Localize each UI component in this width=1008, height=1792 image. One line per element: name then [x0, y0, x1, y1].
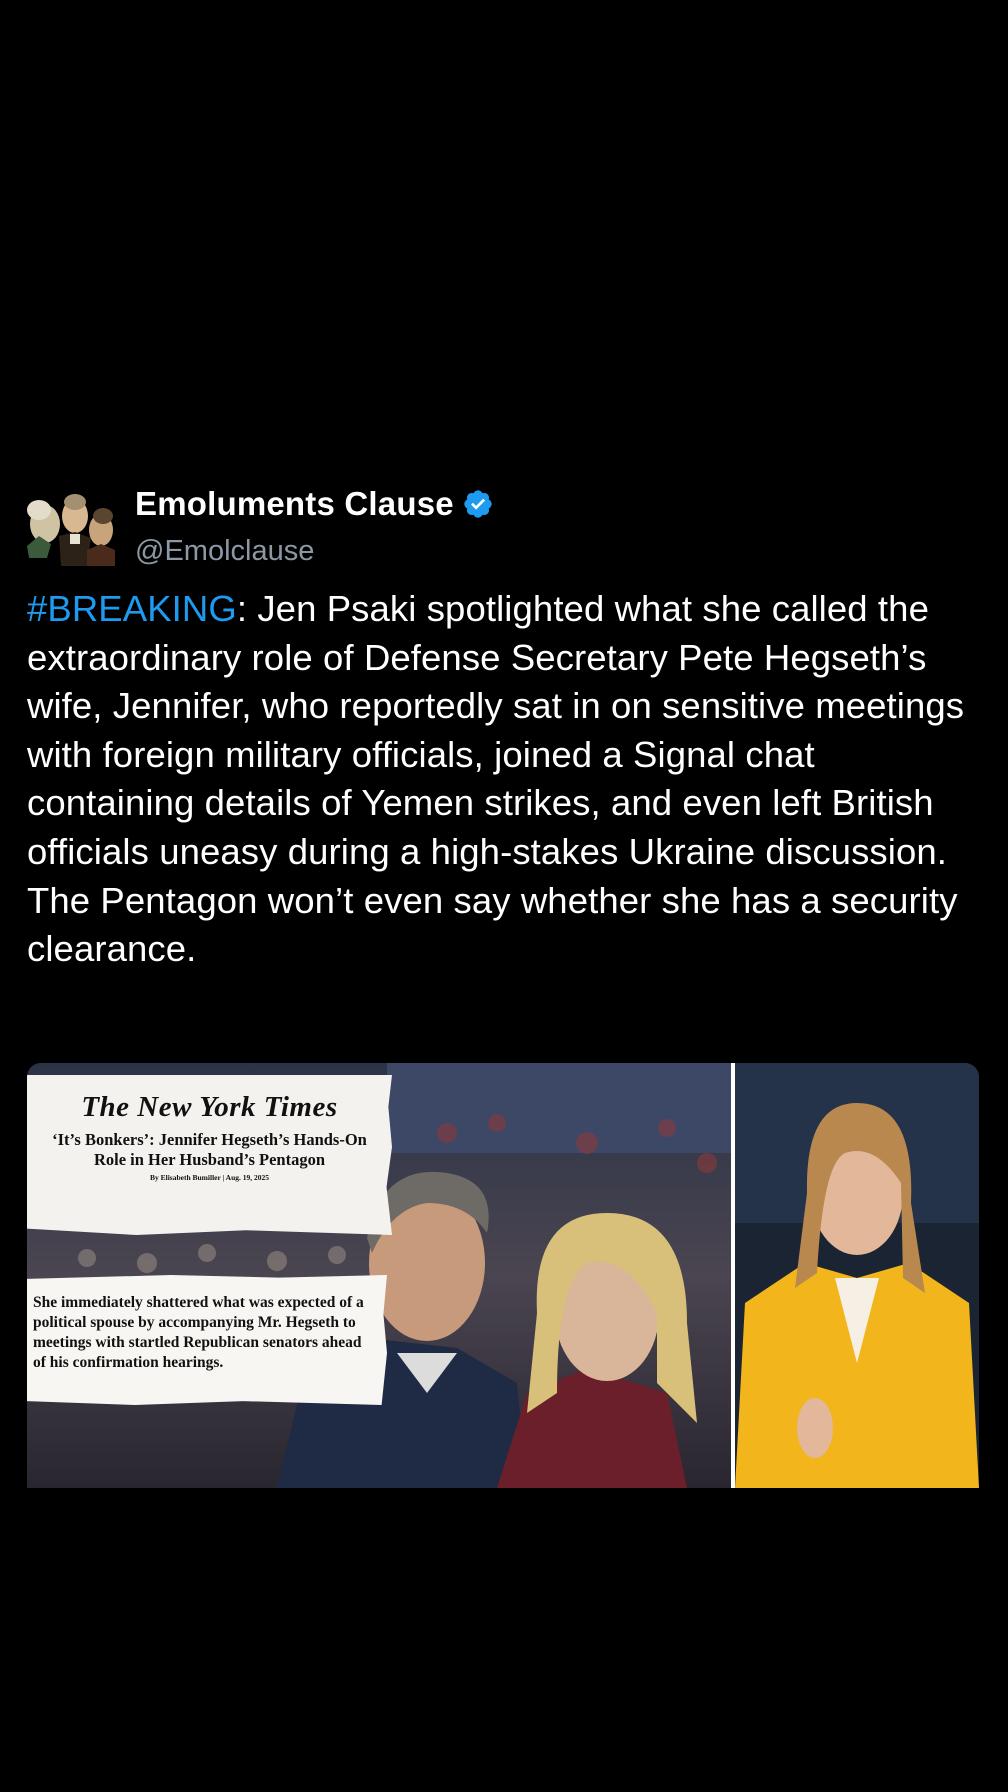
verified-badge-icon	[464, 490, 492, 518]
tweet-media-image[interactable]: The New York Times ‘It’s Bonkers’: Jenni…	[27, 1063, 979, 1488]
tweet-text: #BREAKING: Jen Psaki spotlighted what sh…	[27, 585, 987, 974]
newspaper-logo: The New York Times	[81, 1091, 338, 1123]
article-excerpt: She immediately shattered what was expec…	[33, 1294, 364, 1371]
user-handle[interactable]: @Emolclause	[135, 534, 314, 568]
hashtag-link[interactable]: #BREAKING	[27, 588, 237, 629]
tweet-body: : Jen Psaki spotlighted what she called …	[27, 588, 965, 970]
tweet-header: Emoluments Clause @Emolclause	[25, 480, 985, 567]
display-name-row: Emoluments Clause	[135, 484, 494, 524]
newspaper-clipping-headline: The New York Times ‘It’s Bonkers’: Jenni…	[27, 1075, 392, 1235]
display-name[interactable]: Emoluments Clause	[135, 484, 454, 524]
newspaper-clipping-excerpt: She immediately shattered what was expec…	[27, 1275, 387, 1405]
avatar[interactable]	[25, 486, 117, 566]
article-byline: By Elisabeth Bumiller | Aug. 19, 2025	[149, 1173, 270, 1182]
article-headline: ‘It’s Bonkers’: Jennifer Hegseth’s Hands…	[52, 1130, 367, 1169]
image-divider	[731, 1063, 735, 1488]
jen-psaki-photo	[735, 1063, 979, 1488]
